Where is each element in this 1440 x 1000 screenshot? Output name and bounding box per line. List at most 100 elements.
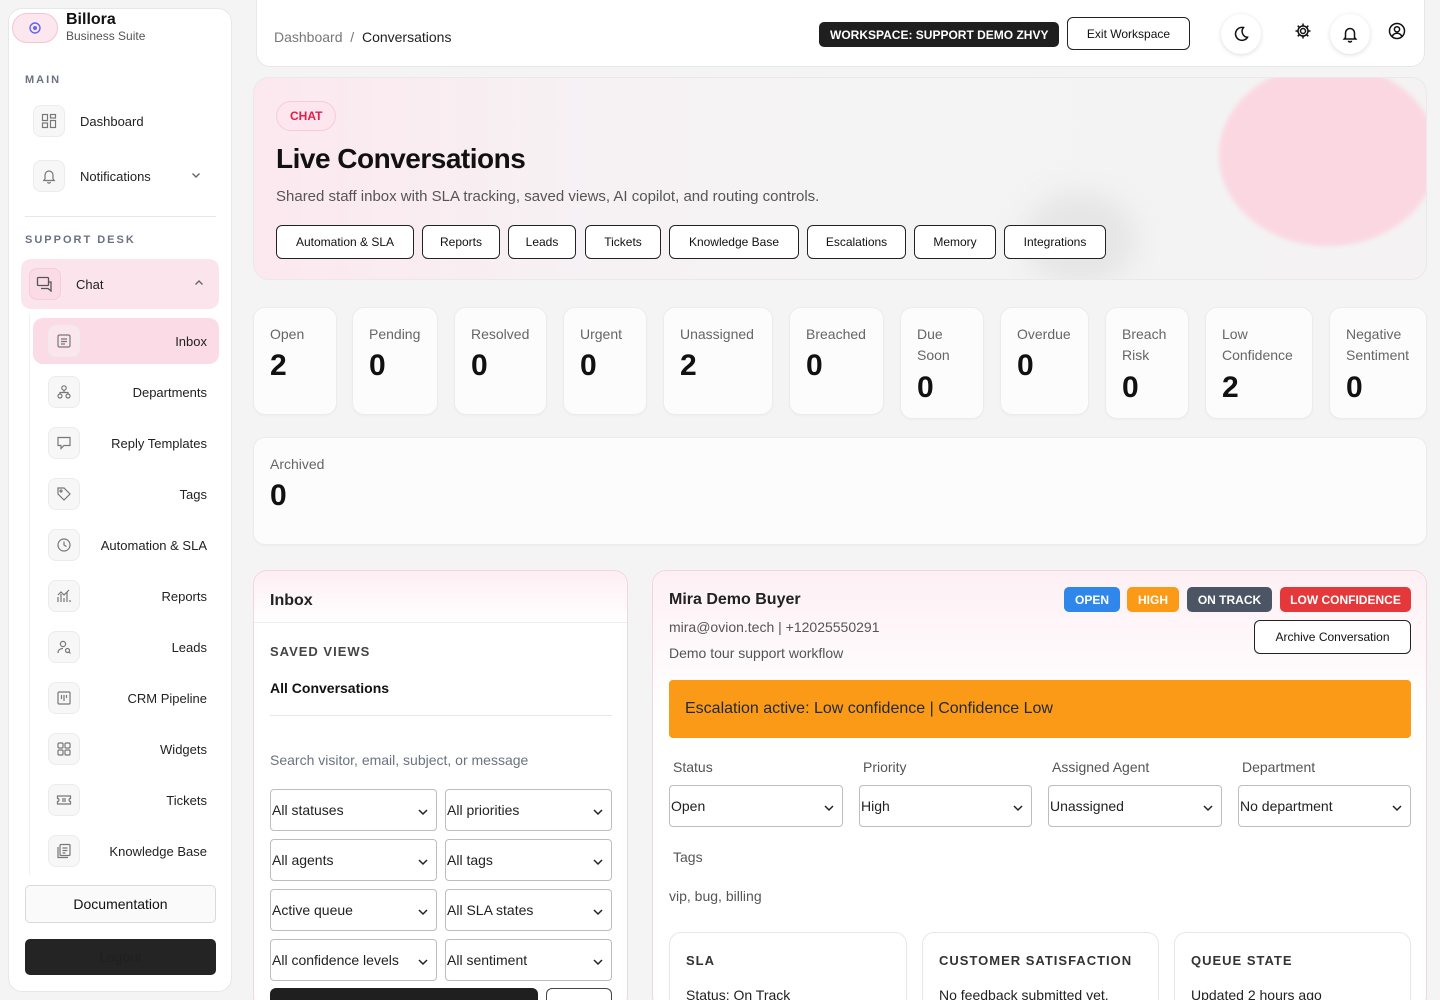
sidebar-item-leads[interactable]: Leads — [33, 624, 219, 670]
stat-card-overdue[interactable]: Overdue 0 — [1000, 307, 1089, 415]
nav-dashboard[interactable]: Dashboard — [25, 100, 216, 142]
sidebar-item-reply-templates[interactable]: Reply Templates — [33, 420, 219, 466]
select-value: Open — [671, 798, 706, 814]
department-select[interactable]: No department — [1238, 785, 1411, 827]
stat-card-due-soon[interactable]: Due Soon 0 — [900, 307, 984, 419]
sidebar-item-crm-pipeline[interactable]: CRM Pipeline — [33, 675, 219, 721]
exit-workspace-button[interactable]: Exit Workspace — [1067, 17, 1190, 50]
brand-logo-icon — [12, 12, 58, 43]
breadcrumb-dashboard[interactable]: Dashboard — [274, 29, 343, 45]
chat-icon — [29, 268, 61, 300]
stat-card-breached[interactable]: Breached 0 — [789, 307, 884, 415]
pill-escalations[interactable]: Escalations — [807, 225, 906, 259]
sidebar-item-label: Knowledge Base — [109, 843, 207, 859]
nav-notifications[interactable]: Notifications — [25, 155, 216, 197]
sidebar-item-automation[interactable]: Automation & SLA — [33, 522, 219, 568]
stat-card-pending[interactable]: Pending 0 — [352, 307, 438, 415]
pill-memory[interactable]: Memory — [914, 225, 996, 259]
saved-view-item[interactable]: All Conversations — [270, 680, 389, 696]
reset-filters-button[interactable] — [546, 988, 612, 1000]
profile-button[interactable] — [1377, 11, 1417, 51]
select-value: All sentiment — [447, 952, 528, 968]
search-input[interactable]: Search visitor, email, subject, or messa… — [270, 752, 528, 768]
stat-card-negative-sentiment[interactable]: Negative Sentiment 0 — [1329, 307, 1427, 419]
nav-label: Notifications — [80, 168, 151, 184]
tags-input[interactable]: vip, bug, billing — [669, 888, 762, 904]
filter-queue-select[interactable]: Active queue — [270, 889, 437, 931]
page-subtitle: Shared staff inbox with SLA tracking, sa… — [276, 188, 820, 205]
pill-knowledge-base[interactable]: Knowledge Base — [669, 225, 799, 259]
divider — [25, 216, 216, 217]
stat-card-breach-risk[interactable]: Breach Risk 0 — [1105, 307, 1189, 419]
stat-card-unassigned[interactable]: Unassigned 2 — [663, 307, 773, 415]
apply-filters-button[interactable] — [270, 988, 538, 1000]
nav-chat[interactable]: Chat — [21, 259, 219, 309]
stat-card-open[interactable]: Open 2 — [253, 307, 337, 415]
stat-card-low-confidence[interactable]: Low Confidence 2 — [1205, 307, 1313, 419]
archive-conversation-button[interactable]: Archive Conversation — [1254, 620, 1411, 654]
sidebar-item-tags[interactable]: Tags — [33, 471, 219, 517]
knowledge-base-icon — [48, 835, 80, 867]
sidebar-item-label: Tickets — [166, 792, 207, 808]
pill-reports[interactable]: Reports — [422, 225, 500, 259]
settings-button[interactable] — [1283, 11, 1323, 51]
stat-value: 0 — [580, 349, 597, 382]
stat-label: Resolved — [471, 326, 530, 342]
sla-card: SLA Status: On Track — [669, 932, 907, 1000]
filter-status-select[interactable]: All statuses — [270, 789, 437, 831]
sidebar-item-reports[interactable]: Reports — [33, 573, 219, 619]
filter-priority-select[interactable]: All priorities — [445, 789, 612, 831]
sidebar-item-label: Reply Templates — [111, 435, 207, 451]
brand[interactable]: Billora Business Suite — [12, 11, 145, 44]
queue-state-card: QUEUE STATE Updated 2 hours ago — [1174, 932, 1411, 1000]
user-circle-icon — [1388, 22, 1406, 40]
nav-label: Chat — [76, 276, 104, 292]
filter-sla-select[interactable]: All SLA states — [445, 889, 612, 931]
stat-card-urgent[interactable]: Urgent 0 — [563, 307, 647, 415]
sidebar-item-knowledge-base[interactable]: Knowledge Base — [33, 828, 219, 874]
chevron-down-icon — [417, 906, 429, 918]
priority-select[interactable]: High — [859, 785, 1032, 827]
filter-agent-select[interactable]: All agents — [270, 839, 437, 881]
stat-card-archived[interactable]: Archived 0 — [253, 437, 1427, 545]
visitor-contact: mira@ovion.tech | +12025550291 — [669, 619, 880, 635]
pipeline-icon — [48, 682, 80, 714]
card-value: Status: On Track — [686, 987, 791, 1000]
field-label-agent: Assigned Agent — [1052, 759, 1150, 775]
stat-value: 0 — [1017, 349, 1034, 382]
pill-automation-sla[interactable]: Automation & SLA — [276, 225, 414, 259]
stat-value: 0 — [806, 349, 823, 382]
filter-tags-select[interactable]: All tags — [445, 839, 612, 881]
inbox-title: Inbox — [270, 592, 313, 609]
tags-label: Tags — [673, 849, 703, 865]
documentation-button[interactable]: Documentation — [25, 885, 216, 923]
reports-icon — [48, 580, 80, 612]
card-title: SLA — [686, 953, 715, 968]
section-chip: CHAT — [276, 101, 337, 131]
notifications-button[interactable] — [1330, 14, 1370, 54]
stat-label: Unassigned — [680, 326, 754, 342]
pill-leads[interactable]: Leads — [508, 225, 576, 259]
theme-toggle-button[interactable] — [1221, 14, 1261, 54]
sidebar-item-widgets[interactable]: Widgets — [33, 726, 219, 772]
brand-subtitle: Business Suite — [66, 29, 146, 43]
section-label-support: SUPPORT DESK — [25, 234, 136, 246]
saved-views-label: SAVED VIEWS — [270, 644, 371, 659]
pill-integrations[interactable]: Integrations — [1004, 225, 1106, 259]
sidebar-item-departments[interactable]: Departments — [33, 369, 219, 415]
assigned-agent-select[interactable]: Unassigned — [1048, 785, 1222, 827]
filter-confidence-select[interactable]: All confidence levels — [270, 939, 437, 981]
select-value: No department — [1240, 798, 1333, 814]
sidebar-item-tickets[interactable]: Tickets — [33, 777, 219, 823]
sidebar-item-inbox[interactable]: Inbox — [33, 318, 219, 364]
pill-tickets[interactable]: Tickets — [585, 225, 661, 259]
status-badge: OPEN — [1064, 587, 1120, 612]
chevron-down-icon — [417, 856, 429, 868]
logout-button[interactable]: Logout — [25, 939, 216, 975]
chevron-down-icon — [417, 956, 429, 968]
chevron-down-icon — [592, 956, 604, 968]
filter-sentiment-select[interactable]: All sentiment — [445, 939, 612, 981]
leads-icon — [48, 631, 80, 663]
status-select[interactable]: Open — [669, 785, 843, 827]
stat-card-resolved[interactable]: Resolved 0 — [454, 307, 547, 415]
